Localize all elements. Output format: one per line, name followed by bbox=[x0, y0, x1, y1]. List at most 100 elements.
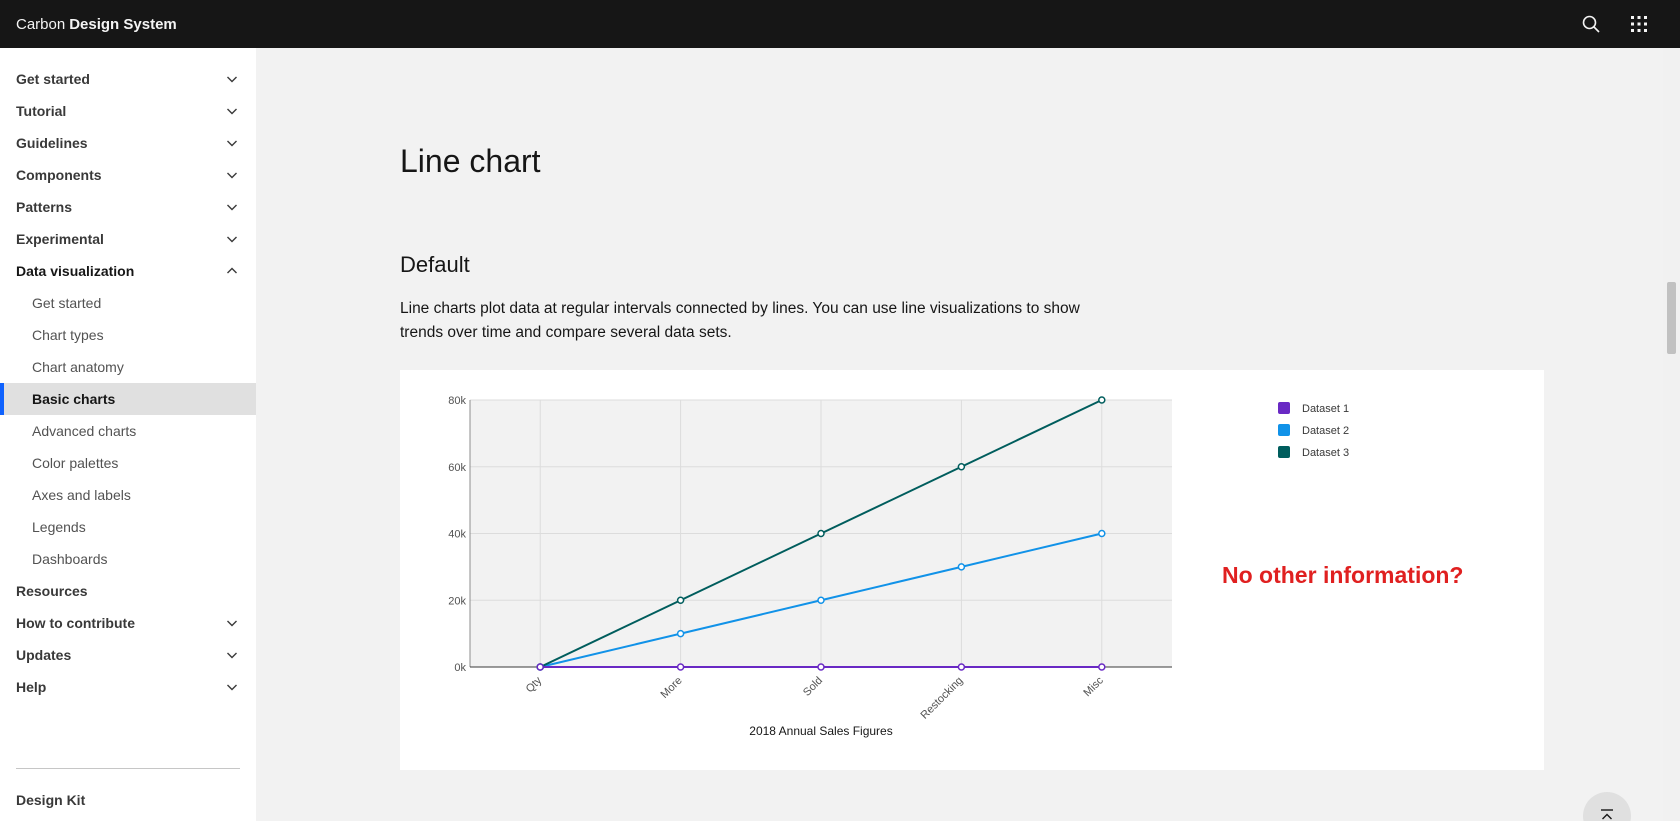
section-title: Default bbox=[400, 252, 470, 277]
nav-subitem-advanced-charts[interactable]: Advanced charts bbox=[0, 415, 256, 447]
y-tick-label: 60k bbox=[448, 462, 466, 474]
data-point bbox=[1098, 396, 1106, 404]
chevron-down-icon bbox=[227, 172, 237, 179]
side-nav: Get started Tutorial Guidelines Componen… bbox=[0, 48, 256, 821]
data-point bbox=[676, 663, 685, 671]
chevron-down-icon bbox=[227, 652, 237, 659]
nav-item-label: Tutorial bbox=[16, 103, 67, 119]
data-point bbox=[817, 529, 825, 538]
nav-subitem-color-palettes[interactable]: Color palettes bbox=[0, 447, 256, 479]
nav-subitem-dashboards[interactable]: Dashboards bbox=[0, 543, 256, 575]
chevron-down-icon bbox=[227, 140, 237, 147]
nav-item-get-started[interactable]: Get started bbox=[0, 63, 256, 95]
nav-item-label: Get started bbox=[16, 71, 90, 87]
section-description: Line charts plot data at regular interva… bbox=[400, 300, 1080, 341]
nav-subitem-label: Axes and labels bbox=[32, 487, 131, 503]
y-tick-label: 0k bbox=[454, 662, 466, 674]
nav-subitem-get-started[interactable]: Get started bbox=[0, 287, 256, 319]
search-icon bbox=[1582, 15, 1600, 33]
nav-subitem-chart-types[interactable]: Chart types bbox=[0, 319, 256, 351]
chevron-down-icon bbox=[227, 204, 237, 211]
nav-item-label: Resources bbox=[16, 583, 88, 599]
nav-item-label: Design Kit bbox=[16, 792, 86, 808]
legend-label: Dataset 2 bbox=[1302, 425, 1349, 437]
chevron-down-icon bbox=[227, 620, 237, 627]
data-point bbox=[1098, 663, 1106, 671]
y-tick-label: 20k bbox=[448, 595, 466, 607]
arrow-up-to-top-icon bbox=[1601, 809, 1613, 820]
nav-item-label: Help bbox=[16, 679, 47, 695]
nav-item-label: Patterns bbox=[16, 199, 73, 215]
nav-divider bbox=[16, 768, 240, 769]
y-tick-label: 40k bbox=[448, 529, 466, 541]
nav-subitem-axes-and-labels[interactable]: Axes and labels bbox=[0, 479, 256, 511]
chevron-up-icon bbox=[227, 267, 237, 274]
chevron-down-icon bbox=[227, 236, 237, 243]
nav-subitem-label: Chart anatomy bbox=[32, 359, 124, 375]
nav-item-label: Guidelines bbox=[16, 135, 88, 151]
chevron-down-icon bbox=[227, 684, 237, 691]
data-point bbox=[817, 663, 825, 671]
nav-item-guidelines[interactable]: Guidelines bbox=[0, 127, 256, 159]
x-axis-title: 2018 Annual Sales Figures bbox=[749, 724, 892, 738]
data-point bbox=[536, 663, 544, 671]
nav-item-label: Updates bbox=[16, 647, 72, 663]
nav-item-patterns[interactable]: Patterns bbox=[0, 191, 256, 223]
legend-label: Dataset 3 bbox=[1302, 447, 1349, 459]
nav-item-design-kit[interactable]: Design Kit bbox=[0, 784, 256, 816]
legend-swatch bbox=[1278, 446, 1290, 458]
brand-name: Design System bbox=[69, 15, 177, 33]
data-point bbox=[957, 663, 966, 671]
data-point bbox=[1098, 529, 1106, 538]
nav-item-how-to-contribute[interactable]: How to contribute bbox=[0, 607, 256, 639]
nav-item-label: Data visualization bbox=[16, 263, 135, 279]
nav-subitem-label: Basic charts bbox=[32, 391, 116, 407]
chevron-down-icon bbox=[227, 108, 237, 115]
chevron-down-icon bbox=[227, 76, 237, 83]
page-title: Line chart bbox=[400, 143, 541, 179]
x-tick-label: Qty bbox=[524, 674, 545, 695]
data-point bbox=[676, 596, 685, 604]
nav-subitem-legends[interactable]: Legends bbox=[0, 511, 256, 543]
annotation-text: No other information? bbox=[1222, 562, 1464, 588]
legend-swatch bbox=[1278, 402, 1290, 414]
app-switcher-button[interactable] bbox=[1615, 0, 1663, 48]
nav-item-label: Experimental bbox=[16, 231, 104, 247]
nav-item-components[interactable]: Components bbox=[0, 159, 256, 191]
page-scrollbar[interactable] bbox=[1663, 48, 1680, 821]
nav-subitem-basic-charts[interactable]: Basic charts bbox=[0, 383, 256, 415]
x-tick-label: More bbox=[659, 675, 685, 701]
data-point bbox=[817, 596, 825, 604]
top-header: Carbon Design System bbox=[0, 0, 1680, 48]
data-point bbox=[957, 563, 966, 571]
nav-item-label: How to contribute bbox=[16, 615, 135, 631]
nav-item-resources[interactable]: Resources bbox=[0, 575, 256, 607]
nav-item-tutorial[interactable]: Tutorial bbox=[0, 95, 256, 127]
nav-subitem-label: Dashboards bbox=[32, 551, 108, 567]
nav-item-experimental[interactable]: Experimental bbox=[0, 223, 256, 255]
nav-subitem-chart-anatomy[interactable]: Chart anatomy bbox=[0, 351, 256, 383]
nav-subitem-label: Legends bbox=[32, 519, 86, 535]
nav-subitem-label: Chart types bbox=[32, 327, 104, 343]
search-button[interactable] bbox=[1567, 0, 1615, 48]
data-point bbox=[676, 629, 685, 638]
x-tick-label: Restocking bbox=[919, 675, 966, 722]
nav-item-data-visualization[interactable]: Data visualization bbox=[0, 255, 256, 287]
legend-label: Dataset 1 bbox=[1302, 403, 1349, 415]
scroll-thumb[interactable] bbox=[1667, 282, 1676, 354]
back-to-top-button[interactable] bbox=[1583, 792, 1631, 821]
y-tick-label: 80k bbox=[448, 395, 466, 407]
nav-item-label: Components bbox=[16, 167, 102, 183]
brand-logo[interactable]: Carbon Design System bbox=[16, 0, 177, 48]
nav-subitem-label: Get started bbox=[32, 295, 102, 311]
nav-item-help[interactable]: Help bbox=[0, 671, 256, 703]
nav-item-updates[interactable]: Updates bbox=[0, 639, 256, 671]
x-tick-label: Misc bbox=[1081, 674, 1106, 699]
x-tick-label: Sold bbox=[801, 675, 825, 699]
app-switcher-icon bbox=[1631, 16, 1647, 32]
data-point bbox=[957, 463, 966, 471]
legend-swatch bbox=[1278, 424, 1290, 436]
nav-subitem-label: Advanced charts bbox=[32, 423, 137, 439]
brand-prefix: Carbon bbox=[16, 15, 66, 33]
nav-subitem-label: Color palettes bbox=[32, 455, 119, 471]
